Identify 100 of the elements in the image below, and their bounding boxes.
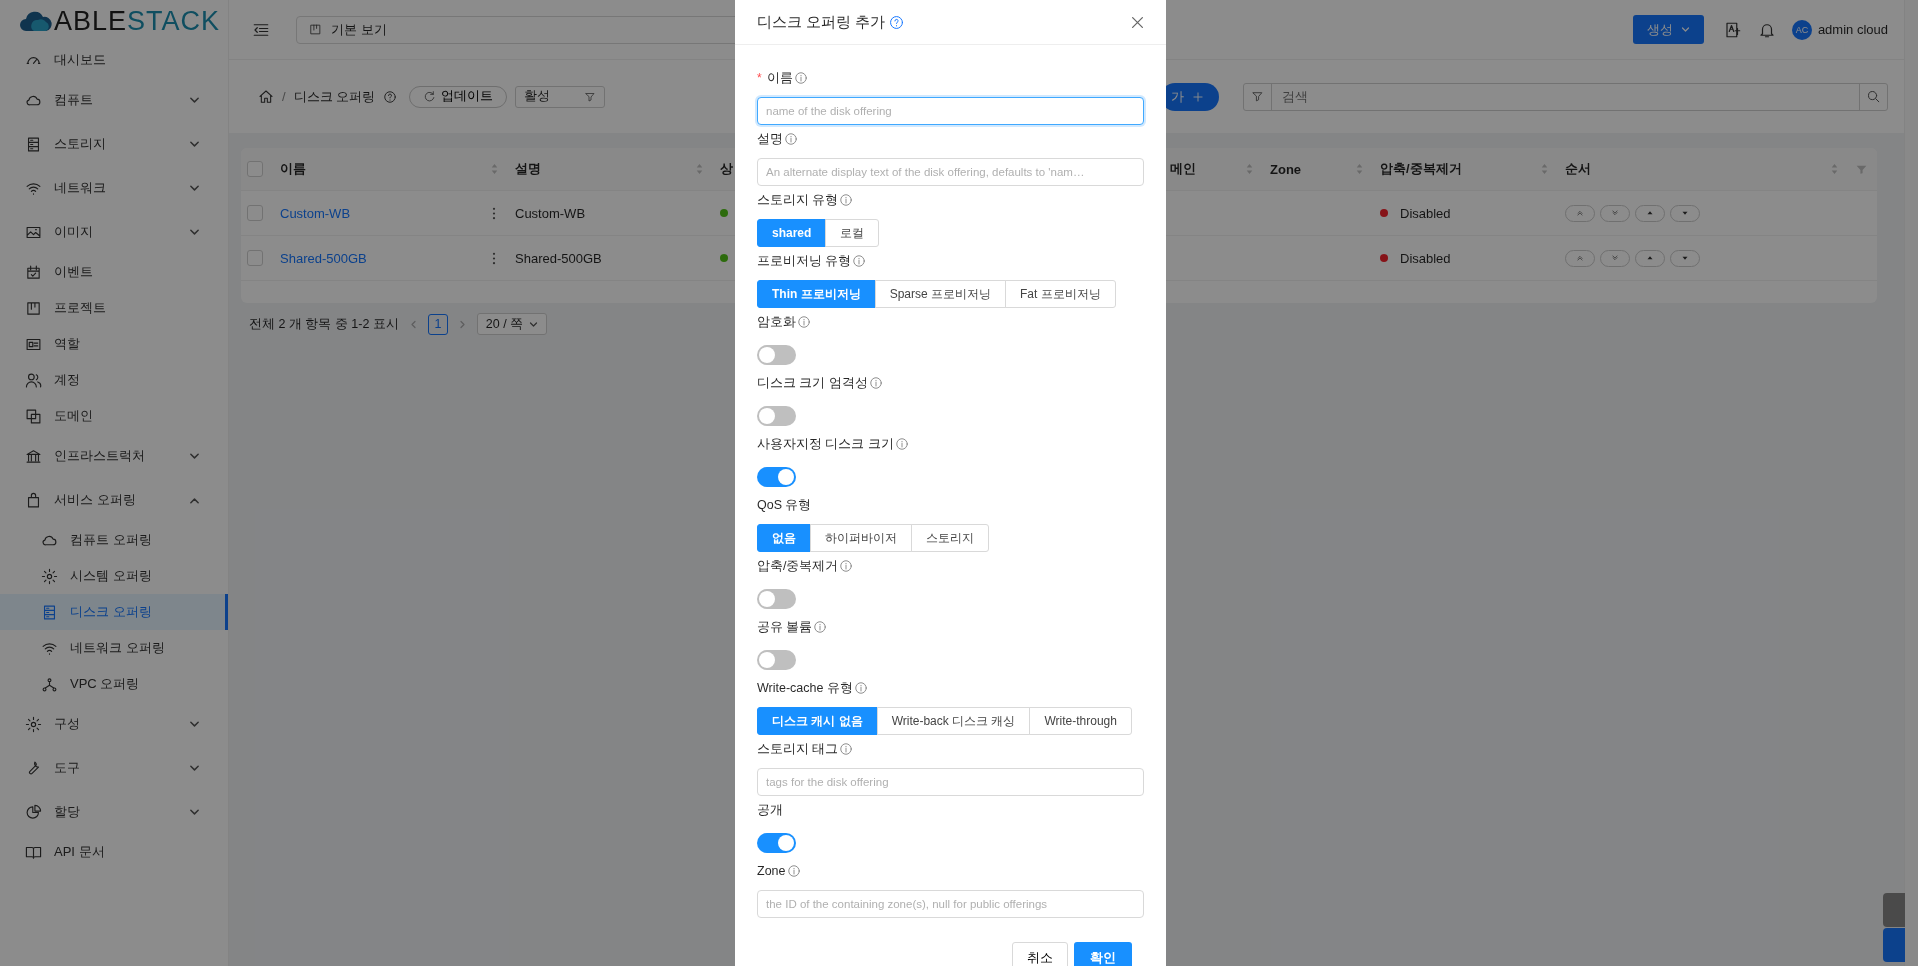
sort-icon[interactable] (696, 163, 703, 175)
sort-icon[interactable] (1356, 163, 1363, 175)
help-icon[interactable] (889, 14, 905, 30)
info-icon[interactable] (785, 133, 797, 145)
more-actions-icon[interactable] (492, 251, 496, 265)
text-input[interactable]: tags for the disk offering (757, 768, 1144, 796)
segment-option[interactable]: Thin 프로비저닝 (757, 280, 876, 308)
info-icon[interactable] (869, 377, 882, 389)
sort-icon[interactable] (1246, 163, 1253, 175)
translate-icon[interactable] (1723, 20, 1742, 39)
help-icon[interactable] (383, 89, 398, 104)
segment-option[interactable]: Write-back 디스크 캐싱 (876, 707, 1031, 735)
reorder-button[interactable] (1600, 249, 1630, 267)
reorder-button[interactable] (1670, 204, 1700, 222)
info-icon[interactable] (840, 560, 853, 572)
ok-button[interactable]: 확인 (1074, 942, 1132, 966)
floating-button[interactable] (1883, 893, 1905, 927)
reorder-button[interactable] (1565, 204, 1595, 222)
segment-option[interactable]: 디스크 캐시 없음 (757, 707, 878, 735)
info-icon[interactable] (895, 438, 908, 450)
sidebar-item[interactable]: 구성 (0, 702, 228, 746)
sidebar-item[interactable]: 프로젝트 (0, 290, 228, 326)
sidebar-item[interactable]: 스토리지 (0, 122, 228, 166)
column-header[interactable]: 메인 (1170, 160, 1196, 178)
cancel-button[interactable]: 취소 (1012, 942, 1068, 966)
page-number[interactable]: 1 (427, 313, 448, 335)
search-field[interactable]: 검색 (1272, 83, 1859, 110)
more-actions-icon[interactable] (492, 206, 496, 220)
toggle-switch[interactable] (757, 589, 796, 609)
sidebar-item[interactable]: 도구 (0, 746, 228, 790)
column-header[interactable]: Zone (1270, 161, 1302, 177)
close-icon[interactable] (1131, 15, 1144, 29)
user-avatar[interactable]: AC (1791, 19, 1812, 40)
column-header[interactable]: 상 (720, 160, 733, 178)
toggle-switch[interactable] (757, 406, 796, 426)
segment-option[interactable]: Fat 프로비저닝 (1005, 280, 1116, 308)
filter-icon[interactable] (1251, 90, 1264, 103)
sort-icon[interactable] (491, 163, 498, 175)
column-header[interactable]: 순서 (1565, 160, 1591, 178)
scrollbar[interactable] (1904, 0, 1918, 966)
reorder-button[interactable] (1565, 249, 1595, 267)
row-checkbox[interactable] (247, 205, 263, 221)
segment-option[interactable]: 없음 (757, 524, 811, 552)
refresh-button[interactable]: 업데이트 (409, 85, 508, 108)
home-icon[interactable] (258, 88, 274, 105)
offering-name-link[interactable]: Custom-WB (280, 205, 351, 221)
status-filter-select[interactable]: 활성 (515, 85, 606, 108)
segment-option[interactable]: 스토리지 (911, 524, 989, 552)
sidebar-subitem[interactable]: 시스템 오퍼링 (0, 558, 228, 594)
sort-icon[interactable] (1541, 163, 1548, 175)
reorder-button[interactable] (1600, 204, 1630, 222)
floating-button[interactable] (1883, 928, 1905, 962)
user-name[interactable]: admin cloud (1817, 22, 1888, 37)
row-checkbox[interactable] (247, 250, 263, 266)
info-icon[interactable] (854, 682, 867, 694)
toggle-switch[interactable] (757, 650, 796, 670)
sidebar-item[interactable]: 인프라스트럭처 (0, 434, 228, 478)
sidebar-subitem[interactable]: 네트워크 오퍼링 (0, 630, 228, 666)
text-input[interactable]: the ID of the containing zone(s), null for public offerings (757, 890, 1144, 918)
sidebar-item[interactable]: 계정 (0, 362, 228, 398)
offering-name-link[interactable]: Shared-500GB (280, 250, 367, 266)
sidebar-subitem[interactable]: VPC 오퍼링 (0, 666, 228, 702)
sidebar-item[interactable]: 역할 (0, 326, 228, 362)
segment-option[interactable]: Sparse 프로비저닝 (874, 280, 1007, 308)
sidebar-item[interactable]: 이벤트 (0, 254, 228, 290)
reorder-button[interactable] (1635, 249, 1665, 267)
sidebar-item[interactable]: 서비스 오퍼링 (0, 478, 228, 522)
info-icon[interactable] (814, 621, 827, 633)
sidebar-item[interactable]: API 문서 (0, 834, 228, 870)
previous-page-icon[interactable] (408, 319, 418, 329)
reorder-button[interactable] (1670, 249, 1700, 267)
info-icon[interactable] (794, 72, 807, 84)
select-all-checkbox[interactable] (247, 161, 263, 177)
sidebar-subitem[interactable]: 디스크 오퍼링 (0, 594, 228, 630)
toggle-switch[interactable] (757, 345, 796, 365)
column-header[interactable]: 설명 (515, 160, 541, 178)
sidebar-item[interactable]: 대시보드 (0, 42, 228, 78)
search-bar[interactable]: 검색 (1243, 82, 1888, 111)
create-button[interactable]: 생성 (1632, 15, 1704, 44)
info-icon[interactable] (787, 865, 800, 877)
segment-option[interactable]: shared (757, 219, 827, 247)
column-header[interactable]: 압축/중복제거 (1380, 160, 1462, 178)
sidebar-item[interactable]: 할당 (0, 790, 228, 834)
text-input[interactable]: An alternate display text of the disk offering, defaults to 'nam… (757, 158, 1144, 186)
sidebar-item[interactable]: 네트워크 (0, 166, 228, 210)
sidebar-subitem[interactable]: 컴퓨트 오퍼링 (0, 522, 228, 558)
segment-option[interactable]: 하이퍼바이저 (810, 524, 912, 552)
segment-option[interactable]: Write-through (1029, 707, 1132, 735)
sidebar-item[interactable]: 컴퓨트 (0, 78, 228, 122)
text-input[interactable]: name of the disk offering (757, 97, 1144, 125)
toggle-switch[interactable] (757, 833, 796, 853)
next-page-icon[interactable] (457, 319, 467, 329)
info-icon[interactable] (840, 743, 853, 755)
info-icon[interactable] (853, 255, 866, 267)
toggle-switch[interactable] (757, 467, 796, 487)
info-icon[interactable] (840, 194, 853, 206)
search-icon[interactable] (1866, 89, 1881, 104)
segment-option[interactable]: 로컬 (825, 219, 880, 247)
sidebar-item[interactable]: 이미지 (0, 210, 228, 254)
sort-icon[interactable] (1831, 163, 1838, 175)
